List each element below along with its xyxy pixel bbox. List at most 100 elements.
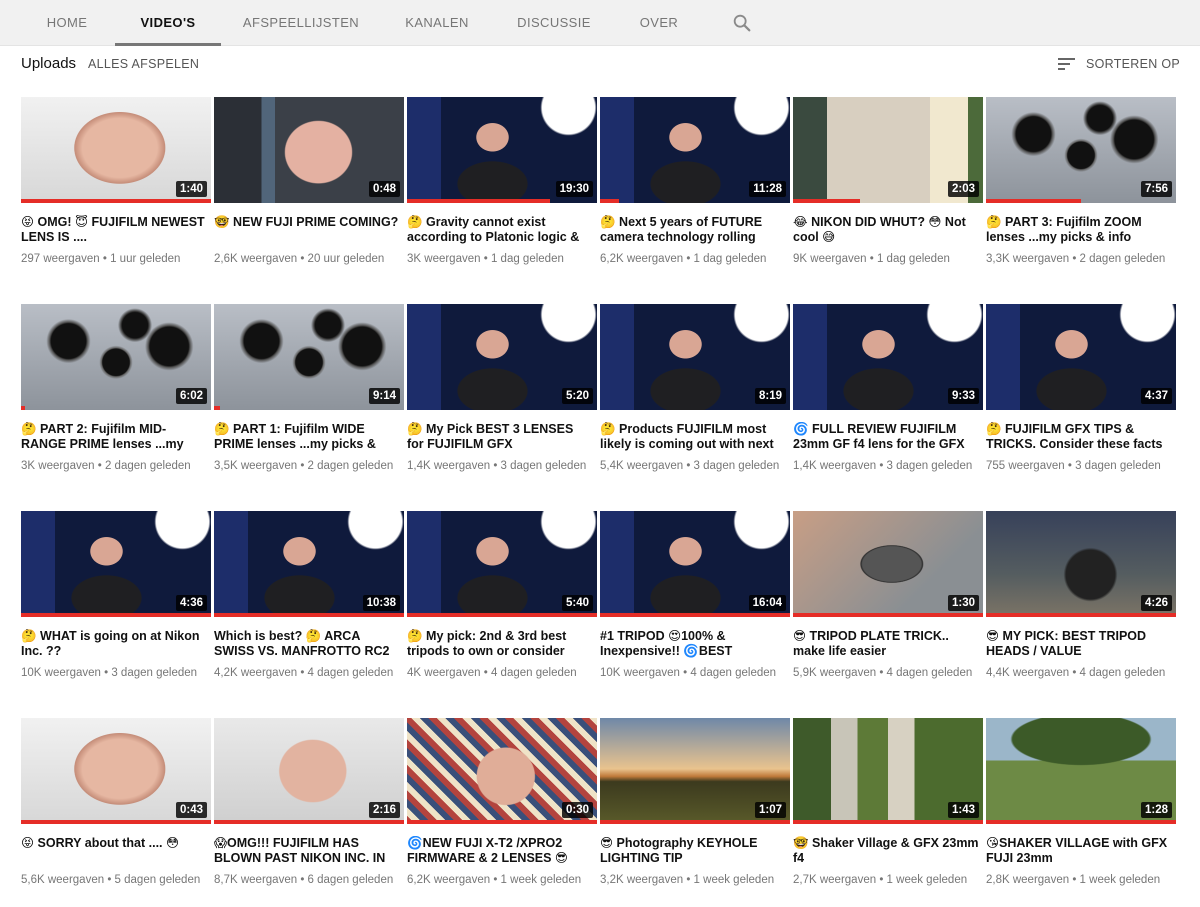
video-thumbnail[interactable]: 2:03 bbox=[793, 97, 983, 203]
video-meta: 4,4K weergaven • 4 dagen geleden bbox=[986, 665, 1176, 681]
video-duration: 1:28 bbox=[1140, 802, 1172, 818]
upload-age: 4 dagen geleden bbox=[1079, 667, 1166, 679]
video-title[interactable]: 🤔 WHAT is going on at Nikon Inc. ?? bbox=[21, 629, 211, 659]
video-card[interactable]: 5:20 🤔 My Pick BEST 3 LENSES for FUJIFILM… bbox=[407, 304, 597, 474]
video-card[interactable]: 1:30 😎 TRIPOD PLATE TRICK.. make life eas… bbox=[793, 511, 983, 681]
video-title[interactable]: 🤓 Shaker Village & GFX 23mm f4 bbox=[793, 836, 983, 866]
view-count: 5,9K weergaven bbox=[793, 667, 877, 679]
upload-age: 2 dagen geleden bbox=[307, 460, 394, 472]
video-card[interactable]: 9:14 🤔 PART 1: Fujifilm WIDE PRIME lenses… bbox=[214, 304, 404, 474]
video-title[interactable]: 😝 SORRY about that .... 😳 bbox=[21, 836, 211, 866]
video-thumbnail[interactable]: 9:33 bbox=[793, 304, 983, 410]
upload-age: 4 dagen geleden bbox=[886, 667, 973, 679]
video-thumbnail[interactable]: 10:38 bbox=[214, 511, 404, 617]
video-thumbnail[interactable]: 4:37 bbox=[986, 304, 1176, 410]
video-card[interactable]: 2:03 😂 NIKON DID WHUT? 😳 Not cool 😅 9K wee… bbox=[793, 97, 983, 267]
video-thumbnail[interactable]: 0:43 bbox=[21, 718, 211, 824]
meta-separator: • bbox=[297, 874, 308, 886]
video-card[interactable]: 0:30 🌀NEW FUJI X-T2 /XPRO2 FIRMWARE & 2 L… bbox=[407, 718, 597, 888]
video-card[interactable]: 1:28 😘SHAKER VILLAGE with GFX FUJI 23mm 2,… bbox=[986, 718, 1176, 888]
view-count: 2,6K weergaven bbox=[214, 253, 298, 265]
video-title[interactable]: 😘SHAKER VILLAGE with GFX FUJI 23mm bbox=[986, 836, 1176, 866]
video-card[interactable]: 2:16 😱OMG!!! FUJIFILM HAS BLOWN PAST NIKO… bbox=[214, 718, 404, 888]
video-title[interactable]: #1 TRIPOD 😍100% & Inexpensive!! 🌀BEST bbox=[600, 629, 790, 659]
video-thumbnail[interactable]: 11:28 bbox=[600, 97, 790, 203]
video-title[interactable]: 😂 NIKON DID WHUT? 😳 Not cool 😅 bbox=[793, 215, 983, 245]
video-card[interactable]: 9:33 🌀 FULL REVIEW FUJIFILM 23mm GF f4 le… bbox=[793, 304, 983, 474]
upload-age: 3 dagen geleden bbox=[886, 460, 973, 472]
video-card[interactable]: 7:56 🤔 PART 3: Fujifilm ZOOM lenses ...my… bbox=[986, 97, 1176, 267]
video-card[interactable]: 1:40 😝 OMG! 😇 FUJIFILM NEWEST LENS IS ...… bbox=[21, 97, 211, 267]
video-card[interactable]: 1:43 🤓 Shaker Village & GFX 23mm f4 2,7K w… bbox=[793, 718, 983, 888]
upload-age: 1 week geleden bbox=[693, 874, 775, 886]
video-thumbnail[interactable]: 1:07 bbox=[600, 718, 790, 824]
video-thumbnail[interactable]: 5:20 bbox=[407, 304, 597, 410]
video-title[interactable]: 😎 MY PICK: BEST TRIPOD HEADS / VALUE bbox=[986, 629, 1176, 659]
video-title[interactable]: 😎 Photography KEYHOLE LIGHTING TIP bbox=[600, 836, 790, 866]
video-thumbnail[interactable]: 4:26 bbox=[986, 511, 1176, 617]
video-title[interactable]: 🤔 Next 5 years of FUTURE camera technolo… bbox=[600, 215, 790, 245]
video-title[interactable]: 😝 OMG! 😇 FUJIFILM NEWEST LENS IS .... bbox=[21, 215, 211, 245]
view-count: 5,6K weergaven bbox=[21, 874, 105, 886]
watch-progress-bar bbox=[407, 820, 597, 824]
video-title[interactable]: 😱OMG!!! FUJIFILM HAS BLOWN PAST NIKON IN… bbox=[214, 836, 404, 866]
video-title[interactable]: 🌀NEW FUJI X-T2 /XPRO2 FIRMWARE & 2 LENSE… bbox=[407, 836, 597, 866]
upload-age: 1 dag geleden bbox=[693, 253, 767, 265]
video-thumbnail[interactable]: 2:16 bbox=[214, 718, 404, 824]
meta-separator: • bbox=[1069, 253, 1080, 265]
video-card[interactable]: 1:07 😎 Photography KEYHOLE LIGHTING TIP 3,… bbox=[600, 718, 790, 888]
video-card[interactable]: 8:19 🤔 Products FUJIFILM most likely is c… bbox=[600, 304, 790, 474]
video-thumbnail[interactable]: 4:36 bbox=[21, 511, 211, 617]
video-thumbnail[interactable]: 5:40 bbox=[407, 511, 597, 617]
video-thumbnail[interactable]: 1:28 bbox=[986, 718, 1176, 824]
video-thumbnail[interactable]: 1:30 bbox=[793, 511, 983, 617]
upload-age: 1 uur geleden bbox=[110, 253, 181, 265]
video-title[interactable]: 🤔 Gravity cannot exist according to Plat… bbox=[407, 215, 597, 245]
video-meta: 3,5K weergaven • 2 dagen geleden bbox=[214, 458, 404, 474]
video-duration: 8:19 bbox=[754, 388, 786, 404]
video-card[interactable]: 19:30 🤔 Gravity cannot exist according to… bbox=[407, 97, 597, 267]
video-thumbnail[interactable]: 8:19 bbox=[600, 304, 790, 410]
video-meta: 6,2K weergaven • 1 week geleden bbox=[407, 872, 597, 888]
video-thumbnail[interactable]: 19:30 bbox=[407, 97, 597, 203]
video-title[interactable]: 🤔 Products FUJIFILM most likely is comin… bbox=[600, 422, 790, 452]
video-card[interactable]: 4:26 😎 MY PICK: BEST TRIPOD HEADS / VALUE… bbox=[986, 511, 1176, 681]
video-thumbnail[interactable]: 6:02 bbox=[21, 304, 211, 410]
video-title[interactable]: 🤔 My pick: 2nd & 3rd best tripods to own… bbox=[407, 629, 597, 659]
video-card[interactable]: 5:40 🤔 My pick: 2nd & 3rd best tripods to… bbox=[407, 511, 597, 681]
video-card[interactable]: 4:36 🤔 WHAT is going on at Nikon Inc. ?? 1… bbox=[21, 511, 211, 681]
upload-age: 6 dagen geleden bbox=[307, 874, 394, 886]
video-thumbnail[interactable]: 7:56 bbox=[986, 97, 1176, 203]
view-count: 1,4K weergaven bbox=[407, 460, 491, 472]
video-card[interactable]: 10:38 Which is best? 🤔 ARCA SWISS VS. MAN… bbox=[214, 511, 404, 681]
video-thumbnail[interactable]: 0:30 bbox=[407, 718, 597, 824]
watch-progress-bar bbox=[793, 613, 983, 617]
video-title[interactable]: 🤔 My Pick BEST 3 LENSES for FUJIFILM GFX bbox=[407, 422, 597, 452]
video-title[interactable]: 🤔 PART 3: Fujifilm ZOOM lenses ...my pic… bbox=[986, 215, 1176, 245]
video-meta: 3K weergaven • 2 dagen geleden bbox=[21, 458, 211, 474]
video-thumbnail[interactable]: 1:43 bbox=[793, 718, 983, 824]
video-title[interactable]: Which is best? 🤔 ARCA SWISS VS. MANFROTT… bbox=[214, 629, 404, 659]
video-card[interactable]: 0:43 😝 SORRY about that .... 😳 5,6K weerga… bbox=[21, 718, 211, 888]
video-card[interactable]: 11:28 🤔 Next 5 years of FUTURE camera tec… bbox=[600, 97, 790, 267]
video-card[interactable]: 6:02 🤔 PART 2: Fujifilm MID-RANGE PRIME l… bbox=[21, 304, 211, 474]
video-card[interactable]: 0:48 🤓 NEW FUJI PRIME COMING? 2,6K weergav… bbox=[214, 97, 404, 267]
meta-separator: • bbox=[683, 253, 694, 265]
video-card[interactable]: 4:37 🤔 FUJIFILM GFX TIPS & TRICKS. Consid… bbox=[986, 304, 1176, 474]
video-duration: 1:43 bbox=[947, 802, 979, 818]
video-thumbnail[interactable]: 16:04 bbox=[600, 511, 790, 617]
watch-progress-bar bbox=[600, 820, 790, 824]
view-count: 3,3K weergaven bbox=[986, 253, 1070, 265]
video-title[interactable]: 😎 TRIPOD PLATE TRICK.. make life easier bbox=[793, 629, 983, 659]
video-thumbnail[interactable]: 9:14 bbox=[214, 304, 404, 410]
video-thumbnail[interactable]: 0:48 bbox=[214, 97, 404, 203]
video-title[interactable]: 🤓 NEW FUJI PRIME COMING? bbox=[214, 215, 404, 245]
video-title[interactable]: 🤔 PART 1: Fujifilm WIDE PRIME lenses ...… bbox=[214, 422, 404, 452]
video-title[interactable]: 🤔 PART 2: Fujifilm MID-RANGE PRIME lense… bbox=[21, 422, 211, 452]
video-title[interactable]: 🤔 FUJIFILM GFX TIPS & TRICKS. Consider t… bbox=[986, 422, 1176, 452]
video-title[interactable]: 🌀 FULL REVIEW FUJIFILM 23mm GF f4 lens f… bbox=[793, 422, 983, 452]
video-thumbnail[interactable]: 1:40 bbox=[21, 97, 211, 203]
video-card[interactable]: 16:04 #1 TRIPOD 😍100% & Inexpensive!! 🌀BE… bbox=[600, 511, 790, 681]
video-duration: 4:36 bbox=[175, 595, 207, 611]
watch-progress-bar bbox=[600, 199, 619, 203]
